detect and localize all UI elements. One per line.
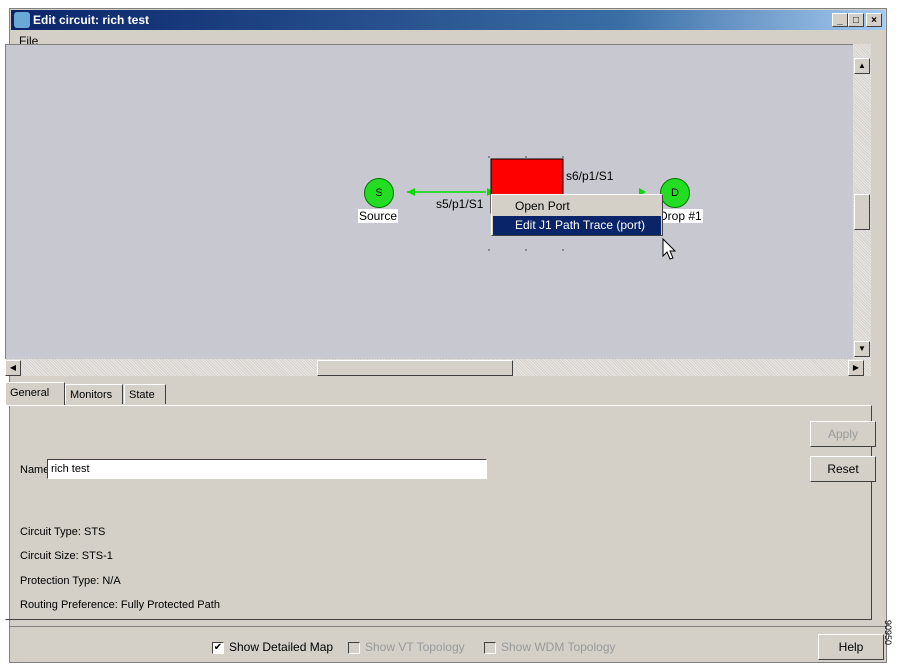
show-wdm-topology-label: Show WDM Topology: [501, 640, 616, 654]
scroll-right-arrow-icon[interactable]: ▶: [848, 360, 864, 376]
circuit-map[interactable]: S Source D Drop #1 s5/p1/S1 s6/p1/S1: [5, 44, 853, 360]
reset-button[interactable]: Reset: [810, 456, 876, 482]
name-field[interactable]: rich test: [47, 459, 487, 479]
figure-number: 90950: [883, 620, 893, 646]
map-horizontal-scrollbar[interactable]: ◀ ▶: [5, 359, 864, 376]
title-bar: Edit circuit: rich test _ □ ×: [11, 10, 885, 30]
map-graphics: [407, 156, 646, 251]
scroll-down-arrow-icon[interactable]: ▼: [854, 341, 870, 357]
tab-state[interactable]: State: [124, 384, 166, 404]
circuit-type-text: Circuit Type: STS: [20, 526, 106, 538]
tab-monitors[interactable]: Monitors: [65, 384, 123, 404]
show-vt-topology-checkbox[interactable]: [348, 642, 360, 654]
app-icon: [14, 12, 30, 28]
show-wdm-topology-checkbox[interactable]: [484, 642, 496, 654]
vertical-scroll-thumb[interactable]: [854, 194, 870, 230]
show-detailed-map-label: Show Detailed Map: [229, 640, 334, 654]
scroll-left-arrow-icon[interactable]: ◀: [5, 360, 21, 376]
mouse-cursor-icon: [662, 238, 677, 260]
maximize-button[interactable]: □: [848, 13, 864, 27]
apply-button[interactable]: Apply: [810, 421, 876, 447]
show-vt-topology-label: Show VT Topology: [365, 640, 465, 654]
dest-node[interactable]: D: [660, 178, 690, 208]
map-vertical-scrollbar[interactable]: ▲ ▼: [853, 44, 871, 376]
routing-preference-text: Routing Preference: Fully Protected Path: [20, 599, 220, 611]
minimize-button[interactable]: _: [832, 13, 848, 27]
menu-item-open-port[interactable]: Open Port: [493, 197, 661, 216]
link-label-left: s5/p1/S1: [436, 197, 484, 211]
help-button[interactable]: Help: [818, 634, 884, 660]
footer-separator: [9, 626, 887, 627]
scroll-up-arrow-icon[interactable]: ▲: [854, 58, 870, 74]
general-tab-panel: [5, 405, 872, 620]
window-title: Edit circuit: rich test: [33, 13, 150, 27]
link-label-right: s6/p1/S1: [566, 169, 614, 183]
dest-label: Drop #1: [658, 209, 703, 223]
protection-type-text: Protection Type: N/A: [20, 575, 121, 587]
show-detailed-map-checkbox[interactable]: ✔: [212, 642, 224, 654]
tab-general[interactable]: General: [5, 382, 65, 405]
circuit-size-text: Circuit Size: STS-1: [20, 550, 113, 562]
close-button[interactable]: ×: [866, 13, 882, 27]
menu-item-edit-j1-path-trace[interactable]: Edit J1 Path Trace (port): [493, 216, 661, 235]
context-menu: Open Port Edit J1 Path Trace (port): [491, 194, 663, 236]
source-label: Source: [358, 209, 399, 223]
link-arrow-left: [407, 188, 415, 196]
horizontal-scroll-thumb[interactable]: [317, 360, 513, 376]
source-node[interactable]: S: [364, 178, 394, 208]
